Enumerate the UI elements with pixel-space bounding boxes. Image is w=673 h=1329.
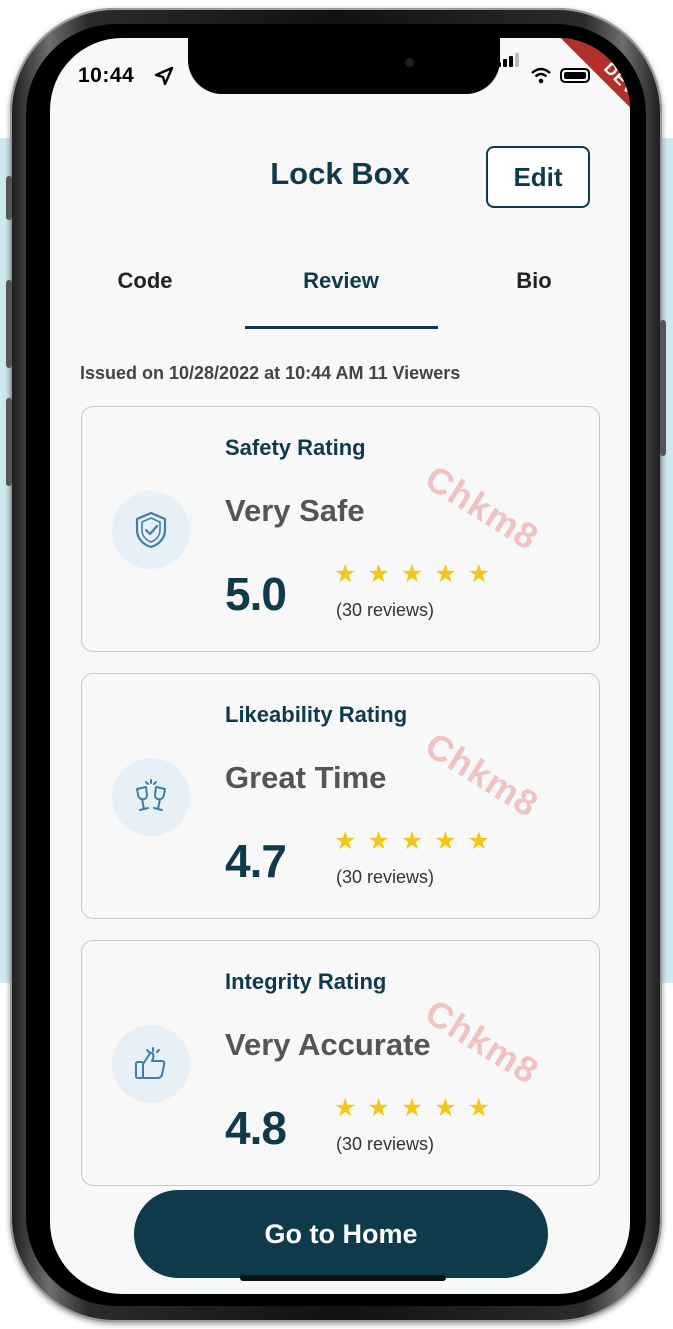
watermark: Chkm8 [418, 991, 547, 1093]
icon-circle [112, 1025, 190, 1103]
rating-card-safety: Safety Rating Very Safe 5.0 ★★★★★ (30 re… [81, 406, 600, 652]
star-rating: ★★★★★ [334, 1094, 502, 1122]
rating-card-likeability: Likeability Rating Great Time 4.7 ★★★★★ … [81, 673, 600, 919]
go-to-home-button[interactable]: Go to Home [134, 1190, 548, 1278]
rating-label: Very Safe [225, 493, 365, 528]
rating-label: Very Accurate [225, 1027, 431, 1062]
notch [188, 38, 500, 94]
volume-down-button [6, 398, 12, 486]
rating-title: Likeability Rating [225, 702, 408, 727]
rating-title: Safety Rating [225, 435, 366, 460]
tab-bio[interactable]: Bio [480, 268, 588, 294]
shield-check-icon [135, 511, 167, 549]
issued-text: Issued on 10/28/2022 at 10:44 AM 11 View… [80, 363, 461, 383]
rating-title: Integrity Rating [225, 969, 387, 994]
rating-score: 4.8 [225, 1102, 287, 1154]
icon-circle [112, 758, 190, 836]
tab-review[interactable]: Review [246, 268, 436, 294]
watermark: Chkm8 [418, 457, 547, 559]
rating-score: 4.7 [225, 835, 287, 887]
power-button [660, 320, 666, 456]
volume-up-button [6, 280, 12, 368]
battery-icon [560, 68, 590, 83]
rating-score: 5.0 [225, 568, 287, 620]
edit-button[interactable]: Edit [486, 146, 590, 208]
home-indicator [240, 1275, 446, 1281]
review-count: (30 reviews) [336, 867, 435, 887]
tab-code[interactable]: Code [90, 268, 200, 294]
star-rating: ★★★★★ [334, 560, 502, 588]
rating-label: Great Time [225, 760, 387, 795]
active-tab-indicator [245, 326, 438, 329]
star-rating: ★★★★★ [334, 827, 502, 855]
watermark: Chkm8 [418, 724, 547, 826]
screen: 10:44 DEV Lock Box Edit Code Review Bio … [50, 38, 630, 1294]
thumbs-up-icon [135, 1047, 166, 1079]
location-arrow-icon [154, 66, 174, 86]
wifi-icon [531, 67, 551, 84]
rating-card-integrity: Integrity Rating Very Accurate 4.8 ★★★★★… [81, 940, 600, 1186]
cheers-glasses-icon [136, 779, 166, 811]
review-count: (30 reviews) [336, 600, 435, 620]
status-time: 10:44 [78, 64, 135, 87]
review-count: (30 reviews) [336, 1134, 435, 1154]
mute-switch [6, 176, 12, 220]
front-camera [405, 58, 414, 67]
icon-circle [112, 491, 190, 569]
